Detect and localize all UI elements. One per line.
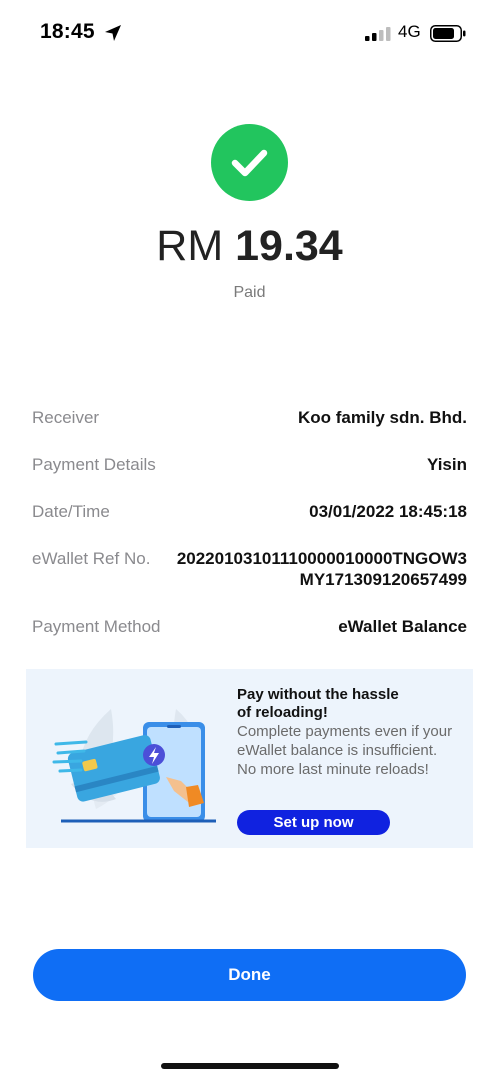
receiver-label: Receiver [32,408,100,427]
banner-body: Complete payments even if your eWallet b… [237,722,467,779]
banner-body-line-3: No more last minute reloads! [237,761,429,778]
home-indicator[interactable] [161,1063,339,1069]
banner-body-line-1: Complete payments even if your [237,723,453,740]
ref-no-value: 20220103101110000010000TNGOW3 MY17130912… [177,548,467,590]
amount-value: 19.34 [235,222,343,270]
location-arrow-icon [105,25,121,41]
ref-no-line-2: MY171309120657499 [299,570,467,589]
datetime-value: 03/01/2022 18:45:18 [309,502,467,521]
payment-details-label: Payment Details [32,455,156,474]
datetime-label: Date/Time [32,502,110,521]
set-up-now-button[interactable]: Set up now [237,810,390,835]
payment-method-label: Payment Method [32,617,161,636]
done-button[interactable]: Done [33,949,466,1001]
currency-label: RM [156,222,224,270]
payment-details-value: Yisin [427,455,467,474]
payment-method-value: eWallet Balance [338,617,467,636]
banner-title: Pay without the hassle of reloading! [237,686,457,722]
battery-icon [430,25,466,42]
check-circle-icon [211,124,288,201]
receiver-value: Koo family sdn. Bhd. [297,408,467,427]
status-bar-time: 18:45 [40,20,95,43]
network-type: 4G [398,22,421,41]
payment-status: Paid [233,284,266,301]
signal-icon [365,27,391,41]
card-reload-illustration [52,709,216,823]
banner-title-line-2: of reloading! [237,704,328,721]
ref-no-label: eWallet Ref No. [32,549,151,568]
promo-banner[interactable]: Pay without the hassle of reloading! Com… [26,669,473,848]
banner-title-line-1: Pay without the hassle [237,686,399,703]
banner-body-line-2: eWallet balance is insufficient. [237,742,438,759]
ref-no-line-1: 20220103101110000010000TNGOW3 [176,549,467,568]
payment-amount: RM 19.34 [0,222,499,271]
